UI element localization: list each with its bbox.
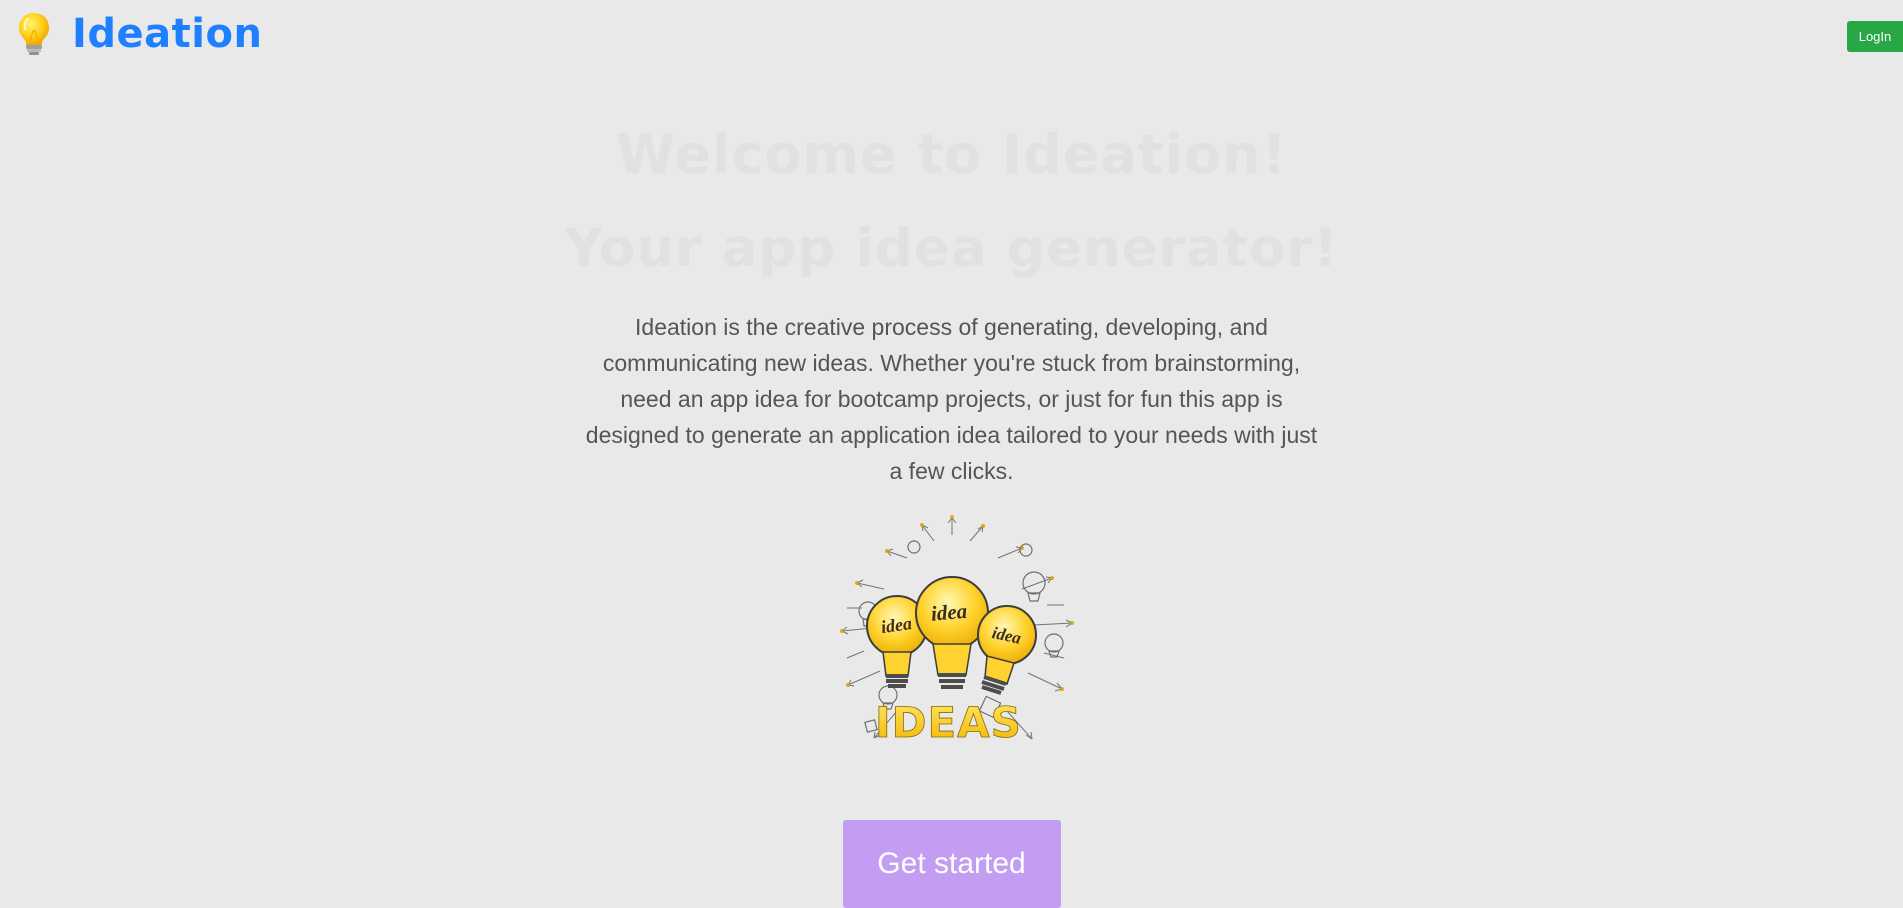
idea-lightbulbs-illustration-icon: idea idea idea IDEAS: [839, 515, 1074, 747]
brand-link[interactable]: Ideation: [16, 10, 262, 58]
welcome-heading: Welcome to Ideation!: [612, 120, 1292, 192]
bulb-label-center: idea: [929, 599, 967, 626]
lightbulb-icon: [19, 13, 49, 55]
generator-heading: Your app idea generator!: [560, 214, 1342, 285]
app-description: Ideation is the creative process of gene…: [585, 314, 1318, 484]
hero-section: Welcome to Ideation! Your app idea gener…: [0, 120, 1903, 908]
top-navigation-bar: Ideation LogIn: [0, 0, 1903, 70]
login-button[interactable]: LogIn: [1847, 21, 1903, 52]
bulb-label-left: idea: [879, 613, 912, 637]
ideas-illustration-label: IDEAS: [875, 698, 1022, 747]
get-started-button[interactable]: Get started: [842, 820, 1061, 908]
brand-title: Ideation: [72, 11, 263, 57]
